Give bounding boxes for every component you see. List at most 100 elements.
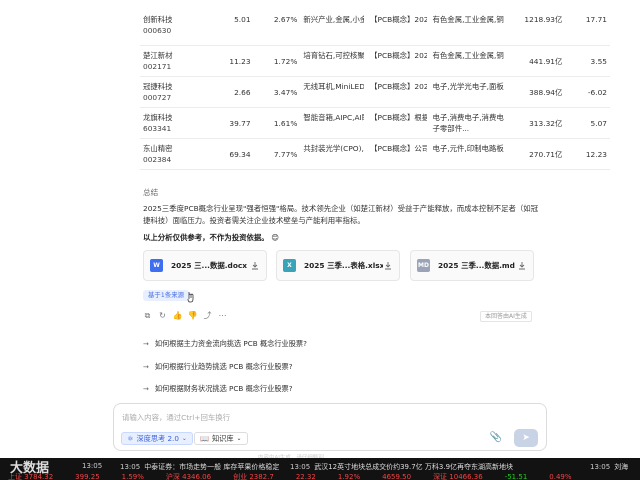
stock-pct: 3.55: [590, 56, 607, 66]
ticker-value: 4659.50: [382, 473, 412, 480]
table-cell: 【PCB概念】根据招股说明...: [367, 107, 430, 139]
table-cell: 电子,消费电子,消费电子零部件...: [429, 107, 510, 139]
stock-concept: 无线耳机,MiniLED,智能穿...: [303, 81, 365, 91]
stock-concept: 新兴产业,金属,小金属概念,...: [303, 15, 365, 24]
stock-market-cap: 270.71亿: [529, 149, 563, 159]
file-card-md[interactable]: MD 2025 三季...数据.md: [410, 250, 534, 281]
stock-name: 冠捷科技: [143, 81, 173, 91]
thumbs-up-icon[interactable]: 👍: [173, 311, 183, 320]
table-cell: 1.72%: [253, 45, 301, 77]
table-cell: 【PCB概念】2022年10月1...: [367, 76, 430, 108]
suggested-question[interactable]: → 如何根据行业趋势挑选 PCB 概念行业股票?: [143, 359, 293, 374]
thumbs-down-icon[interactable]: 👎: [188, 311, 198, 320]
word-file-icon: W: [150, 259, 163, 272]
table-cell: 11.23: [197, 45, 254, 77]
arrow-right-icon: →: [143, 384, 149, 393]
stock-price: 11.23: [229, 56, 251, 66]
chat-content: 创新科技 000630 5.01 2.67% 新兴产业,金属,小金属概念,... 【PCB…: [0, 0, 640, 400]
stock-industry: 有色金属,工业金属,铜: [432, 50, 504, 60]
table-cell: 共封装光学(CPO),同花顺...: [300, 138, 368, 170]
share-icon[interactable]: ⤴: [203, 311, 212, 320]
table-cell: 【PCB概念】2025年9月1日...: [367, 45, 430, 77]
ai-generated-note: 本回答由AI生成: [480, 311, 532, 322]
news-item[interactable]: 13:05 武汉12英寸地块总成交价约39.7亿 万科3.9亿再夺东湖高新地块: [290, 462, 513, 472]
refresh-icon[interactable]: ↻: [158, 311, 167, 320]
stock-pct: 17.71: [585, 15, 607, 24]
file-card-docx[interactable]: W 2025 三...数据.docx: [143, 250, 267, 281]
stock-market-cap: 441.91亿: [529, 56, 563, 66]
summary-title: 总结: [143, 188, 159, 197]
table-cell: 1218.93亿: [509, 14, 566, 46]
table-cell: 388.94亿: [509, 76, 566, 108]
table-row[interactable]: 楚江新材002171 11.23 1.72% 培育钻石,可控核聚变,第三... 【PCB…: [140, 45, 610, 77]
table-cell: 270.71亿: [509, 138, 566, 170]
stock-industry: 有色金属,工业金属,铜: [432, 15, 504, 24]
stock-news: 【PCB概念】2025年9月1日...: [370, 50, 427, 60]
news-ticker-bar: 大数据 13:05 13:05 中泰证券：市场走势一般 库存苹果价格稳定 13:0…: [0, 458, 640, 480]
stock-name: 龙旗科技: [143, 112, 173, 122]
table-cell: 新兴产业,金属,小金属概念,...: [300, 14, 368, 46]
suggested-question[interactable]: → 如何根据主力资金流向挑选 PCB 概念行业股票?: [143, 336, 307, 351]
stock-code: 002384: [143, 154, 172, 164]
download-icon[interactable]: [250, 261, 260, 271]
table-cell: 39.77: [197, 107, 254, 139]
markdown-file-icon: MD: [417, 259, 430, 272]
book-icon: 📖: [200, 434, 209, 443]
download-icon[interactable]: [383, 261, 393, 271]
news-item[interactable]: 13:05 中泰证券：市场走势一般 库存苹果价格稳定: [120, 462, 279, 472]
stock-change: 3.47%: [273, 87, 298, 97]
table-cell: 313.32亿: [509, 107, 566, 139]
knowledge-base-button[interactable]: 📖 知识库 ⌄: [194, 432, 248, 445]
table-cell: 培育钻石,可控核聚变,第三...: [300, 45, 368, 77]
stock-pct: -6.02: [587, 87, 607, 97]
stock-industry: 电子,消费电子,消费电子零部件...: [432, 112, 504, 133]
mouse-cursor-icon: [187, 292, 194, 303]
stock-code: 000630: [143, 26, 172, 35]
message-actions: ⧉ ↻ 👍 👎 ⤴ ⋯: [143, 311, 227, 321]
stock-news: 【PCB概念】公司完成现...: [370, 143, 427, 153]
ticker-value: 上证 3784.32: [8, 473, 54, 480]
ticker-value: -51.51: [504, 473, 528, 480]
chat-input-box[interactable]: 请输入内容，通过Ctrl+回车换行 ⚛ 深度思考 2.0 ⌄ 📖 知识库 ⌄ 📎…: [113, 403, 547, 451]
table-row[interactable]: 创新科技 000630 5.01 2.67% 新兴产业,金属,小金属概念,... 【PCB…: [140, 14, 610, 46]
excel-file-icon: X: [283, 259, 296, 272]
ticker-value: 创业 2382.7: [233, 473, 274, 480]
stock-market-cap: 388.94亿: [529, 87, 563, 97]
chat-input[interactable]: 请输入内容，通过Ctrl+回车换行: [122, 412, 230, 423]
table-cell: 5.07: [565, 107, 610, 139]
deep-think-toggle[interactable]: ⚛ 深度思考 2.0 ⌄: [121, 432, 193, 445]
table-cell: 【PCB概念】2025年5月14...: [367, 14, 430, 46]
table-cell: 2.67%: [253, 14, 301, 46]
stock-price: 39.77: [229, 118, 251, 128]
stock-news: 【PCB概念】根据招股说明...: [370, 112, 427, 122]
ticker-time: 13:05: [82, 462, 103, 470]
stock-change: 7.77%: [273, 149, 298, 159]
copy-icon[interactable]: ⧉: [143, 311, 152, 320]
news-item[interactable]: 13:05 刘海: [590, 462, 628, 472]
summary-text: 2025三季度PCB概念行业呈现"强者恒强"格局。技术领先企业（如楚江新材）受益…: [143, 204, 539, 225]
more-icon[interactable]: ⋯: [218, 311, 227, 320]
file-card-xlsx[interactable]: X 2025 三季...表格.xlsx: [276, 250, 400, 281]
table-cell: 12.23: [565, 138, 610, 170]
stock-code: 000727: [143, 92, 172, 102]
suggested-question[interactable]: → 如何根据财务状况挑选 PCB 概念行业股票?: [143, 381, 293, 396]
table-row[interactable]: 龙旗科技603341 39.77 1.61% 智能音箱,AIPC,AI眼镜,无... 【…: [140, 107, 610, 139]
table-cell: 智能音箱,AIPC,AI眼镜,无...: [300, 107, 368, 139]
paperclip-icon[interactable]: 📎: [490, 432, 502, 443]
table-cell: 电子,光学光电子,面板: [429, 76, 510, 108]
source-badge[interactable]: 基于1条来源: [143, 290, 190, 301]
ticker-value: 沪深 4346.06: [165, 473, 212, 480]
download-icon[interactable]: [517, 261, 527, 271]
table-cell: 电子,元件,印制电路板: [429, 138, 510, 170]
ticker-value: 深证 10466.36: [433, 473, 483, 480]
ticker-value: 0.49%: [549, 473, 572, 480]
ticker-value: 1.59%: [121, 473, 144, 480]
table-cell: 楚江新材 002171: [140, 45, 198, 77]
stock-concept: 智能音箱,AIPC,AI眼镜,无...: [303, 112, 364, 122]
table-row[interactable]: 冠捷科技000727 2.66 3.47% 无线耳机,MiniLED,智能穿... 【P…: [140, 76, 610, 108]
send-button[interactable]: ➤: [514, 429, 538, 447]
ticker-value: 399.25: [75, 473, 100, 480]
stock-price: 5.01: [234, 15, 251, 24]
table-cell: 7.77%: [253, 138, 301, 170]
table-row[interactable]: 东山精密002384 69.34 7.77% 共封装光学(CPO),同花顺... 【PC…: [140, 138, 610, 170]
